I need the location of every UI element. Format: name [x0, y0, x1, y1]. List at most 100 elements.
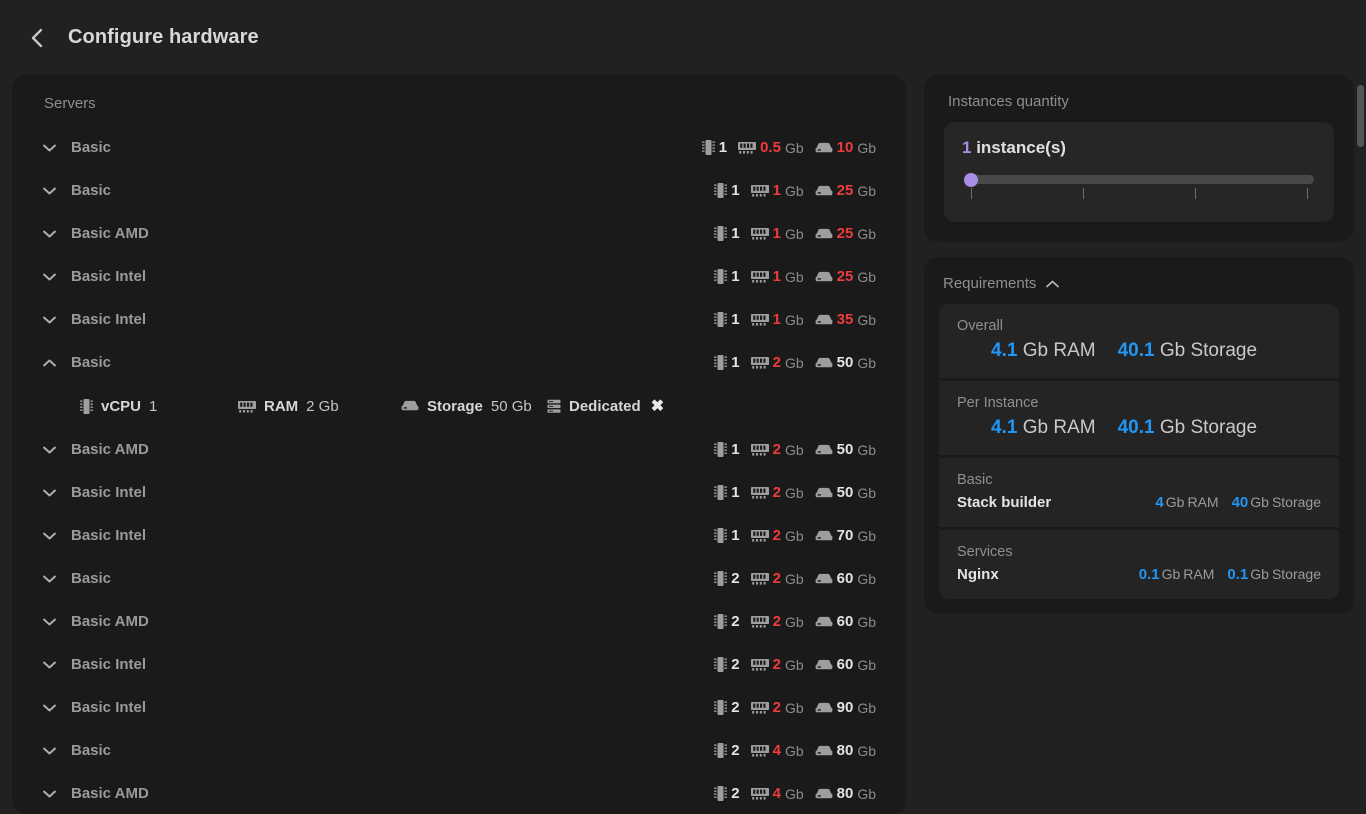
server-row[interactable]: Basic AMD24Gb80Gb [42, 772, 876, 814]
server-row[interactable]: Basic Intel12Gb70Gb [42, 514, 876, 557]
page-scrollbar[interactable] [1357, 85, 1364, 147]
server-specs: 11Gb25Gb [714, 182, 876, 199]
server-specs: 22Gb60Gb [714, 656, 876, 673]
server-specs: 22Gb90Gb [714, 699, 876, 716]
detail-dedicated-value: ✖ [651, 396, 664, 416]
chevron-down-icon[interactable] [42, 660, 64, 670]
spec-storage-value: 25 [837, 182, 854, 199]
chevron-down-icon[interactable] [42, 186, 64, 196]
server-row[interactable]: Basic11Gb25Gb [42, 169, 876, 212]
spec-ram-unit: Gb [785, 312, 804, 328]
chevron-down-icon[interactable] [42, 746, 64, 756]
chevron-down-icon[interactable] [42, 531, 64, 541]
detail-ram-label: RAM [264, 398, 298, 415]
storage-icon [815, 616, 833, 628]
cpu-icon [714, 484, 727, 501]
server-row[interactable]: Basic AMD22Gb60Gb [42, 600, 876, 643]
per-instance-storage-unit: Gb [1160, 417, 1185, 438]
requirements-card: Requirements Overall 4.1 Gb RAM 40.1 Gb [924, 257, 1354, 614]
spec-cpu: 1 [702, 139, 727, 156]
chevron-down-icon[interactable] [42, 574, 64, 584]
basic-ram-metric: 4GbRAM [1155, 494, 1218, 511]
spec-cpu-value: 1 [731, 484, 739, 501]
spec-storage-value: 50 [837, 354, 854, 371]
spec-cpu-value: 1 [731, 527, 739, 544]
chevron-up-icon[interactable] [42, 358, 64, 368]
spec-ram-unit: Gb [785, 614, 804, 630]
slider-tick [971, 188, 972, 199]
spec-ram: 2Gb [751, 441, 804, 458]
requirements-overall-section: Overall 4.1 Gb RAM 40.1 Gb Storage [939, 304, 1339, 378]
slider-thumb[interactable] [964, 173, 978, 187]
instances-count-display: 1 instance(s) [962, 138, 1316, 158]
server-specs: 22Gb60Gb [714, 613, 876, 630]
server-row[interactable]: Basic Intel12Gb50Gb [42, 471, 876, 514]
chevron-up-icon[interactable] [1045, 279, 1060, 289]
spec-storage: 80Gb [815, 742, 876, 759]
server-row[interactable]: Basic AMD12Gb50Gb [42, 428, 876, 471]
back-button[interactable] [22, 23, 52, 53]
services-title: Services [957, 544, 1321, 560]
server-specs: 10.5Gb10Gb [702, 139, 876, 156]
spec-cpu: 1 [714, 268, 739, 285]
spec-ram-value: 2 [773, 656, 781, 673]
server-row[interactable]: Basic Intel22Gb90Gb [42, 686, 876, 729]
storage-icon [815, 185, 833, 197]
chevron-down-icon[interactable] [42, 143, 64, 153]
server-row[interactable]: Basic12Gb50Gb [42, 341, 876, 384]
spec-cpu: 2 [714, 656, 739, 673]
slider-track[interactable] [964, 175, 1314, 184]
chevron-down-icon[interactable] [42, 488, 64, 498]
spec-storage-value: 80 [837, 785, 854, 802]
spec-storage-value: 60 [837, 656, 854, 673]
spec-ram-value: 2 [773, 613, 781, 630]
spec-cpu: 2 [714, 613, 739, 630]
storage-icon [815, 142, 833, 154]
server-row[interactable]: Basic24Gb80Gb [42, 729, 876, 772]
spec-storage: 60Gb [815, 570, 876, 587]
spec-cpu: 1 [714, 311, 739, 328]
chevron-down-icon[interactable] [42, 445, 64, 455]
server-row[interactable]: Basic Intel11Gb35Gb [42, 298, 876, 341]
spec-storage-value: 70 [837, 527, 854, 544]
server-row[interactable]: Basic AMD11Gb25Gb [42, 212, 876, 255]
requirements-header[interactable]: Requirements [939, 275, 1339, 292]
storage-icon [815, 530, 833, 542]
chevron-down-icon[interactable] [42, 789, 64, 799]
chevron-down-icon[interactable] [42, 272, 64, 282]
spec-storage-value: 50 [837, 484, 854, 501]
chevron-down-icon[interactable] [42, 315, 64, 325]
ram-icon [751, 529, 769, 542]
instances-slider[interactable] [962, 175, 1316, 200]
ram-icon [751, 227, 769, 240]
chevron-down-icon[interactable] [42, 703, 64, 713]
chevron-left-icon [29, 27, 45, 49]
dedicated-server-icon [547, 399, 561, 414]
spec-storage: 25Gb [815, 268, 876, 285]
spec-cpu-value: 2 [731, 742, 739, 759]
server-row[interactable]: Basic22Gb60Gb [42, 557, 876, 600]
ram-icon [751, 615, 769, 628]
overall-ram-metric: 4.1 Gb RAM [991, 340, 1096, 362]
server-row[interactable]: Basic Intel11Gb25Gb [42, 255, 876, 298]
server-row[interactable]: Basic10.5Gb10Gb [42, 126, 876, 169]
storage-icon [815, 357, 833, 369]
servers-panel: Servers Basic10.5Gb10GbBasic11Gb25GbBasi… [12, 75, 906, 814]
spec-cpu-value: 1 [731, 311, 739, 328]
server-row[interactable]: Basic Intel22Gb60Gb [42, 643, 876, 686]
spec-ram-unit: Gb [785, 657, 804, 673]
chevron-down-icon[interactable] [42, 617, 64, 627]
storage-icon [815, 444, 833, 456]
spec-storage-value: 35 [837, 311, 854, 328]
server-name: Basic Intel [64, 311, 714, 328]
per-instance-storage-value: 40.1 [1118, 417, 1155, 438]
ram-icon [751, 270, 769, 283]
server-name: Basic AMD [64, 225, 714, 242]
instances-quantity-label: Instances quantity [944, 93, 1334, 110]
spec-cpu: 1 [714, 441, 739, 458]
chevron-down-icon[interactable] [42, 229, 64, 239]
slider-ticks [964, 188, 1314, 200]
services-storage-word: Storage [1272, 566, 1321, 582]
overall-storage-metric: 40.1 Gb Storage [1118, 340, 1257, 362]
cpu-icon [714, 785, 727, 802]
